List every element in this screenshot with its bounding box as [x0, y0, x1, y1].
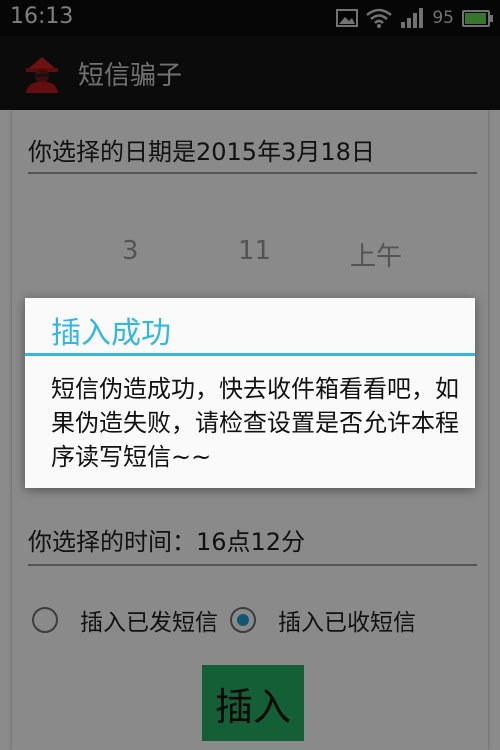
dialog-divider	[25, 353, 475, 356]
dialog-message: 短信伪造成功，快去收件箱看看吧，如果伪造失败，请检查设置是否允许本程序读写短信~…	[51, 375, 459, 471]
dialog-title: 插入成功	[51, 316, 171, 351]
success-dialog: 插入成功 短信伪造成功，快去收件箱看看吧，如果伪造失败，请检查设置是否允许本程序…	[25, 298, 475, 488]
